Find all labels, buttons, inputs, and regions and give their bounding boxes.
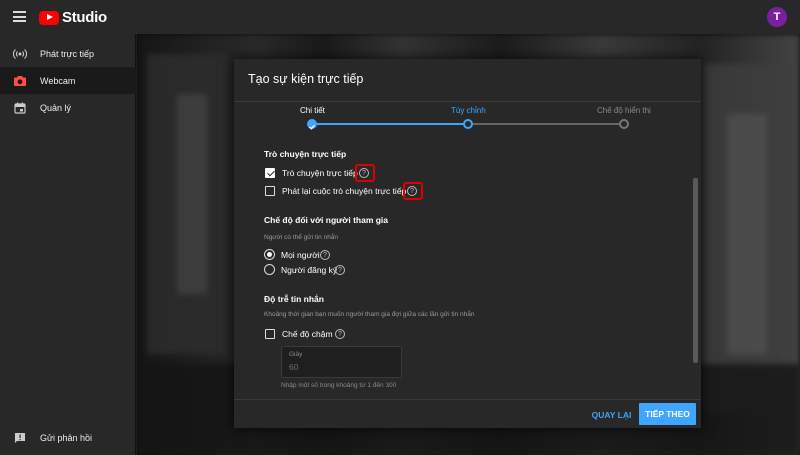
step-pending-dot — [619, 119, 629, 129]
live-chat-checkbox[interactable] — [265, 168, 275, 178]
menu-icon[interactable] — [13, 11, 26, 22]
feedback-icon — [13, 431, 27, 445]
seconds-field-hint: Nhập một số trong khoảng từ 1 đến 300 — [281, 382, 397, 389]
next-button[interactable]: TIẾP THEO — [639, 403, 696, 425]
dialog-title: Tạo sự kiện trực tiếp — [248, 72, 364, 86]
step-current-dot — [463, 119, 473, 129]
message-delay-subtitle: Khoảng thời gian bạn muốn người tham gia… — [264, 311, 475, 318]
radio-everyone[interactable] — [264, 249, 275, 260]
radio-everyone-label: Mọi người — [281, 250, 320, 260]
avatar[interactable]: T — [767, 7, 787, 27]
step-customize-label[interactable]: Tùy chỉnh — [451, 106, 486, 115]
sidebar-item-label: Gửi phản hồi — [40, 432, 93, 443]
step-details-label[interactable]: Chi tiết — [300, 106, 325, 115]
slow-mode-label: Chế độ chậm — [282, 329, 333, 339]
sidebar: Phát trực tiếp Webcam Quản lý Gửi phản h… — [0, 34, 136, 455]
studio-logo[interactable]: Studio — [39, 9, 107, 26]
youtube-play-icon — [39, 10, 59, 25]
sidebar-item-feedback[interactable]: Gửi phản hồi — [0, 424, 136, 451]
radio-subscribers[interactable] — [264, 264, 275, 275]
broadcast-icon — [13, 47, 27, 61]
highlight-box — [403, 182, 423, 200]
seconds-field-label: Giây — [289, 351, 303, 358]
camera-icon — [13, 74, 27, 88]
step-visibility-label[interactable]: Chế độ hiển thị — [597, 106, 651, 115]
help-icon[interactable]: ? — [335, 329, 345, 339]
seconds-field-value: 60 — [289, 362, 299, 372]
dialog-scrollbar[interactable] — [693, 178, 698, 363]
sidebar-item-label: Webcam — [40, 75, 76, 86]
top-bar: Studio T — [0, 0, 800, 34]
back-button[interactable]: QUAY LẠI — [589, 405, 634, 425]
step-pending-line — [469, 123, 624, 125]
divider — [234, 101, 701, 102]
highlight-box — [355, 164, 375, 182]
create-live-event-dialog: Tạo sự kiện trực tiếp Chi tiết Tùy chỉnh… — [234, 59, 701, 428]
message-delay-title: Độ trễ tin nhắn — [264, 294, 324, 304]
sidebar-item-webcam[interactable]: Webcam — [0, 67, 136, 94]
sidebar-item-manage[interactable]: Quản lý — [0, 94, 136, 121]
chat-replay-checkbox[interactable] — [265, 186, 275, 196]
divider — [234, 399, 701, 400]
chat-replay-label: Phát lại cuộc trò chuyện trực tiếp — [282, 186, 407, 196]
seconds-input[interactable]: Giây 60 — [281, 346, 402, 378]
step-done-icon — [307, 119, 317, 130]
slow-mode-checkbox[interactable] — [265, 329, 275, 339]
help-icon[interactable]: ? — [335, 265, 345, 275]
radio-subscribers-label: Người đăng ký — [281, 265, 338, 275]
help-icon[interactable]: ? — [320, 250, 330, 260]
live-chat-label: Trò chuyện trực tiếp — [282, 168, 358, 178]
sidebar-item-label: Quản lý — [40, 102, 72, 113]
live-chat-section-title: Trò chuyện trực tiếp — [264, 149, 347, 159]
sidebar-item-broadcast[interactable]: Phát trực tiếp — [0, 40, 136, 67]
calendar-icon — [13, 101, 27, 115]
step-progress-line — [314, 123, 469, 125]
sidebar-item-label: Phát trực tiếp — [40, 48, 95, 59]
logo-text: Studio — [62, 9, 107, 26]
participant-mode-title: Chế độ đối với người tham gia — [264, 215, 389, 225]
participant-mode-subtitle: Người có thể gửi tin nhắn — [264, 234, 339, 241]
